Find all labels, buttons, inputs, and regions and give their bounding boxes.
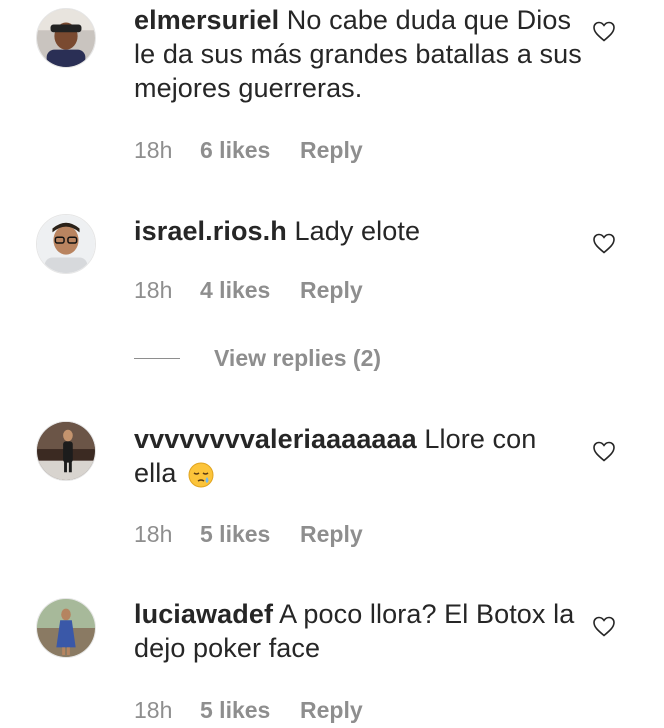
comment-time[interactable]: 18h (134, 697, 200, 724)
comment-likes[interactable]: 5 likes (200, 521, 300, 548)
view-replies-label[interactable]: View replies (2) (214, 345, 381, 372)
reply-button[interactable]: Reply (300, 521, 363, 548)
comment-time[interactable]: 18h (134, 277, 200, 304)
heart-icon[interactable] (592, 232, 616, 254)
divider-line (134, 357, 180, 359)
heart-icon[interactable] (592, 20, 616, 42)
comment-time[interactable]: 18h (134, 137, 200, 164)
comment-meta: 18h 4 likes Reply (134, 277, 363, 304)
heart-icon[interactable] (592, 440, 616, 462)
comment-username[interactable]: vvvvvvvvaleriaaaaaaa (134, 424, 417, 454)
comment-time[interactable]: 18h (134, 521, 200, 548)
comment-meta: 18h 5 likes Reply (134, 697, 363, 724)
sleepy-face-emoji (188, 462, 214, 488)
comment-likes[interactable]: 6 likes (200, 137, 300, 164)
avatar[interactable] (36, 8, 96, 68)
comment-meta: 18h 5 likes Reply (134, 521, 363, 548)
comment-username[interactable]: elmersuriel (134, 5, 279, 35)
comment-meta: 18h 6 likes Reply (134, 137, 363, 164)
reply-button[interactable]: Reply (300, 277, 363, 304)
comment-username[interactable]: israel.rios.h (134, 216, 287, 246)
comment-username[interactable]: luciawadef (134, 599, 273, 629)
heart-icon[interactable] (592, 615, 616, 637)
avatar[interactable] (36, 214, 96, 274)
comment-text: Lady elote (286, 216, 421, 246)
comment-likes[interactable]: 5 likes (200, 697, 300, 724)
view-replies-button[interactable]: View replies (2) (134, 343, 381, 373)
avatar[interactable] (36, 421, 96, 481)
reply-button[interactable]: Reply (300, 697, 363, 724)
comment-likes[interactable]: 4 likes (200, 277, 300, 304)
reply-button[interactable]: Reply (300, 137, 363, 164)
avatar[interactable] (36, 598, 96, 658)
